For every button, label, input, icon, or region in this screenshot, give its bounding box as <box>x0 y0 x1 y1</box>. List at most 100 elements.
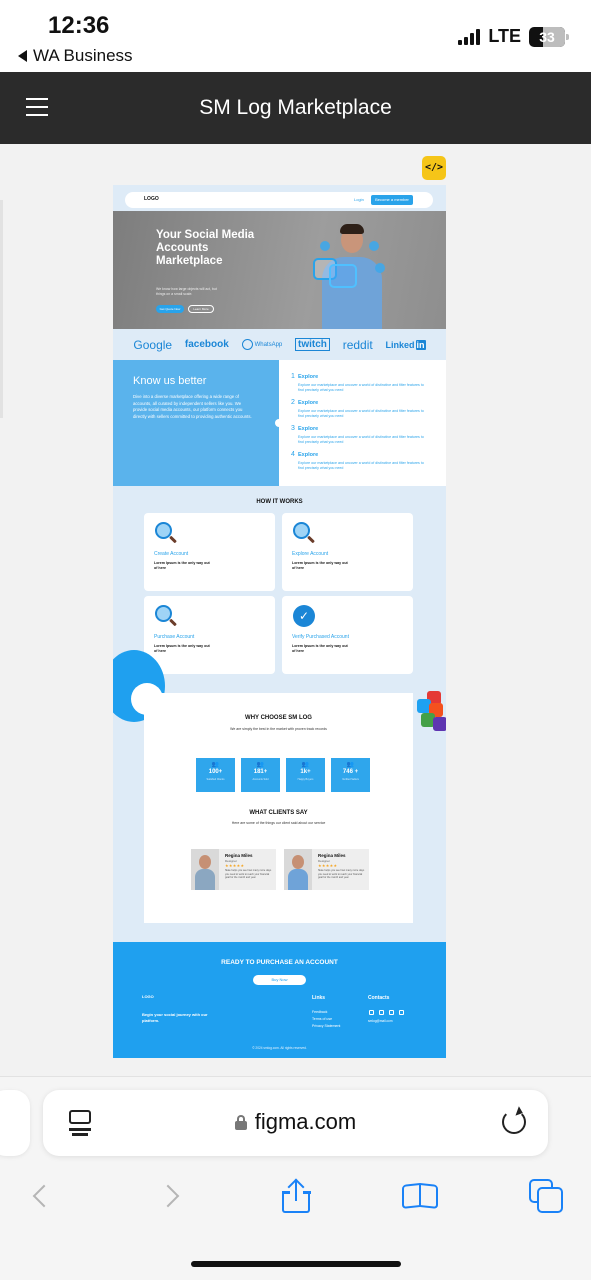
stat-box: 👥 181+ Accounts Sold <box>241 758 280 792</box>
rating-stars: ★★★★★ <box>318 863 338 868</box>
brand-whatsapp: WhatsApp <box>241 339 282 350</box>
address-bar[interactable]: figma.com <box>43 1090 548 1156</box>
users-icon: 👥 <box>301 762 310 768</box>
buy-now-button: Buy Now <box>253 975 306 985</box>
magnifier-icon <box>293 522 315 544</box>
how-card-explore: Explore Account Lorem Ipsum is the only … <box>282 513 413 591</box>
slider-dot <box>275 419 283 427</box>
back-app-label: WA Business <box>33 46 133 65</box>
status-bar: 12:36 WA Business LTE 33 <box>0 0 591 72</box>
code-icon[interactable]: </> <box>422 156 446 180</box>
brand-reddit: reddit <box>342 337 373 352</box>
status-indicators: LTE 33 <box>458 26 569 47</box>
verified-badge-icon: ✓ <box>293 605 315 627</box>
design-hero: Your Social Media Accounts Marketplace W… <box>113 211 446 329</box>
chat-bubble-icon <box>329 264 357 288</box>
know-us-title: Know us better <box>133 375 207 387</box>
battery-icon: 33 <box>529 26 569 47</box>
footer-tagline: Begin your social journey with our platf… <box>142 1012 208 1023</box>
back-to-app-link[interactable]: WA Business <box>18 46 133 66</box>
footer-contacts-title: Contacts <box>368 995 390 1001</box>
lock-icon <box>234 1115 247 1130</box>
footer-links-title: Links <box>312 995 326 1001</box>
browser-toolbar <box>0 1178 591 1214</box>
hero-secondary-button: Learn More <box>188 305 214 313</box>
know-us-description: Dive into a diverse marketplace offering… <box>133 394 252 419</box>
footer-link: Feedback <box>312 1010 328 1014</box>
footer-email: smlog@mail.com <box>368 1019 393 1023</box>
how-card-create: Create Account Lorem Ipsum is the only w… <box>144 513 275 591</box>
social-icons-cluster <box>413 691 446 733</box>
how-card-purchase: Purchase Account Lorem Ipsum is the only… <box>144 596 275 674</box>
know-us-panel: Know us better Dive into a diverse marke… <box>113 360 279 486</box>
share-icon <box>281 1178 311 1213</box>
tabs-button[interactable] <box>526 1178 566 1214</box>
app-title: SM Log Marketplace <box>199 96 392 119</box>
brand-google: Google <box>133 337 173 352</box>
how-card-verify: ✓ Verify Purchased Account Lorem Ipsum i… <box>282 596 413 674</box>
chevron-left-icon <box>32 1184 56 1208</box>
reload-icon[interactable] <box>502 1110 526 1134</box>
clients-subtitle: Here are some of the things our client s… <box>231 821 326 825</box>
stat-box: 👥 100+ Satisfied Clients <box>196 758 235 792</box>
brand-twitch: twitch <box>295 338 330 351</box>
brand-linkedin: Linked in <box>385 339 426 350</box>
why-choose-section: WHY CHOOSE SM LOG We are simply the best… <box>144 693 413 923</box>
bookmarks-button[interactable] <box>400 1178 440 1214</box>
status-time: 12:36 <box>48 12 110 39</box>
testimonial-card: Regina Miles Designer ★★★★★ Slate helps … <box>284 849 369 890</box>
design-footer: READY TO PURCHASE AN ACCOUNT Buy Now LOG… <box>113 942 446 1058</box>
previous-tab-preview[interactable] <box>0 1090 30 1156</box>
hero-primary-button: Get Quote Now <box>156 305 184 313</box>
whatsapp-icon <box>241 339 253 350</box>
testimonial-card: Regina Miles Designer ★★★★★ Slate helps … <box>191 849 276 890</box>
why-choose-title: WHY CHOOSE SM LOG <box>245 715 312 721</box>
footer-cta-title: READY TO PURCHASE AN ACCOUNT <box>221 959 338 966</box>
brand-logos-row: Google facebook WhatsApp twitch reddit L… <box>113 330 446 359</box>
app-header: SM Log Marketplace <box>0 72 591 144</box>
users-icon: 👥 <box>211 762 220 768</box>
hero-title: Your Social Media Accounts Marketplace <box>156 229 255 267</box>
forward-button[interactable] <box>148 1178 188 1214</box>
social-bubble-icon <box>369 241 379 251</box>
avatar <box>284 849 312 890</box>
rating-stars: ★★★★★ <box>225 863 245 868</box>
social-bubble-icon <box>375 263 385 273</box>
share-button[interactable] <box>276 1178 316 1214</box>
figma-canvas[interactable]: </> LOGO Login Become a member Your Soci… <box>0 144 591 1076</box>
design-frame[interactable]: LOGO Login Become a member Your Social M… <box>113 185 446 1058</box>
why-choose-subtitle: We are simply the best in the market wit… <box>230 727 327 731</box>
home-indicator <box>191 1261 401 1267</box>
chevron-right-icon <box>156 1184 180 1208</box>
back-triangle-icon <box>18 50 27 62</box>
magnifier-icon <box>155 605 177 627</box>
design-navbar: LOGO Login Become a member <box>125 192 433 208</box>
explore-steps-panel: 1 Explore Explore our marketplace and un… <box>279 360 446 486</box>
design-login-link: Login <box>354 197 364 202</box>
footer-copyright: © 2024 smlog.com. All rights reserved. <box>252 1046 307 1050</box>
signal-icon <box>458 28 481 45</box>
tabs-icon <box>529 1179 563 1213</box>
design-member-button: Become a member <box>371 195 413 205</box>
users-icon: 👥 <box>256 762 265 768</box>
how-it-works-title: HOW IT WORKS <box>256 499 303 505</box>
hero-subtitle: We know how large objects will act, but … <box>156 287 217 296</box>
footer-link: Terms of use <box>312 1017 333 1021</box>
book-icon <box>402 1182 438 1210</box>
users-icon: 👥 <box>346 762 355 768</box>
design-logo: LOGO <box>144 196 159 202</box>
magnifier-icon <box>155 522 177 544</box>
back-button[interactable] <box>24 1178 64 1214</box>
stat-box: 👥 1k+ Happy Buyers <box>286 758 325 792</box>
footer-logo: LOGO <box>142 994 154 999</box>
footer-social-icons <box>369 1010 404 1015</box>
brand-facebook: facebook <box>184 339 229 350</box>
social-bubble-icon <box>320 241 330 251</box>
battery-level: 33 <box>539 28 555 45</box>
canvas-edge-marker <box>0 200 3 418</box>
clients-title: WHAT CLIENTS SAY <box>249 810 308 816</box>
avatar <box>191 849 219 890</box>
footer-link: Privacy Statement <box>312 1024 341 1028</box>
url-text[interactable]: figma.com <box>43 1109 548 1135</box>
network-type: LTE <box>488 26 521 46</box>
